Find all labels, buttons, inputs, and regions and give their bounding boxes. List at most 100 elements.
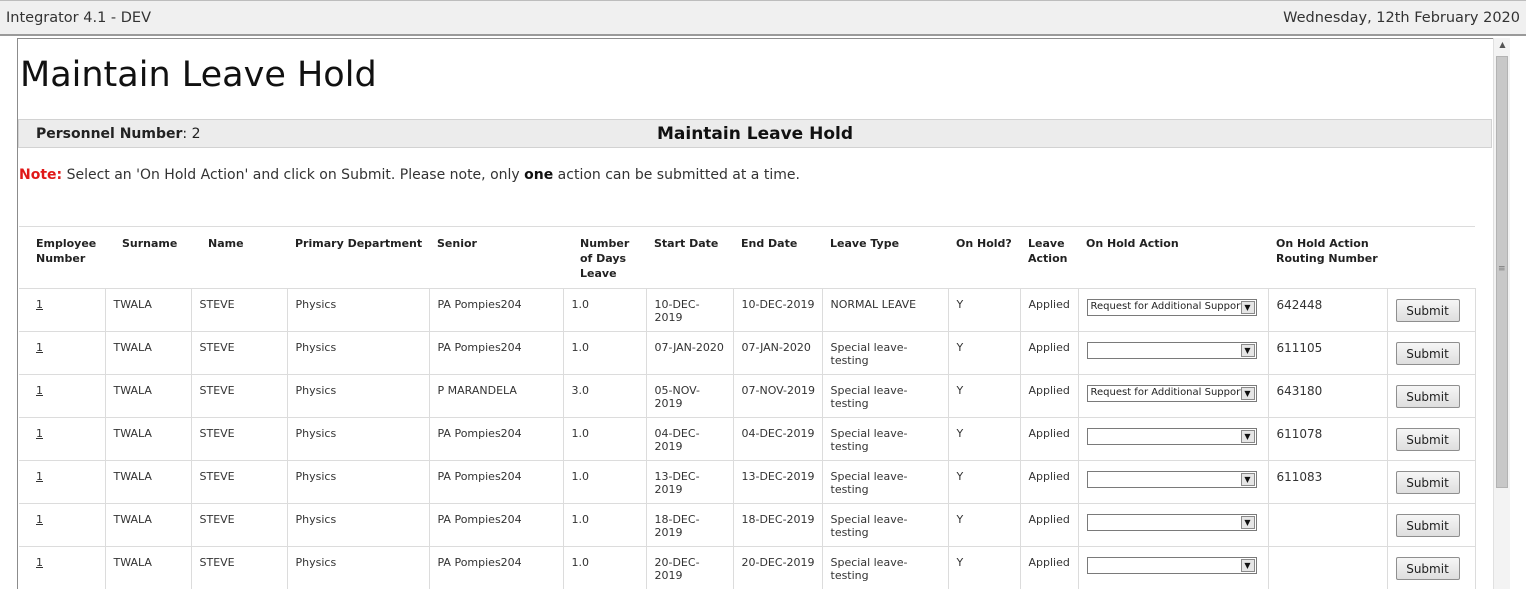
on-hold-cell: Y <box>956 513 964 526</box>
end-column: 20-DEC-2019 <box>733 546 823 589</box>
start-date-cell: 10-DEC-2019 <box>654 298 700 324</box>
chevron-down-icon[interactable]: ▼ <box>1240 344 1255 357</box>
dept-column: Physics <box>287 417 430 461</box>
senior-cell: PA Pompies204 <box>437 427 522 440</box>
end-column: 18-DEC-2019 <box>733 503 823 547</box>
routing-number-column: 643180 <box>1268 374 1388 418</box>
emp-column: 1 <box>19 288 106 332</box>
employee-number-link[interactable]: 1 <box>36 556 43 569</box>
employee-number-link[interactable]: 1 <box>36 470 43 483</box>
emp-column: 1 <box>19 460 106 504</box>
on-hold-action-column: Request for Additional Support ▼ <box>1078 288 1269 332</box>
leave-action-cell: Applied <box>1028 513 1070 526</box>
table-row: 1 TWALA STEVE Physics PA Pompies204 1.0 07-JAN… <box>19 331 1476 375</box>
name-cell: STEVE <box>199 427 235 440</box>
department-cell: Physics <box>295 384 337 397</box>
page-title: Maintain Leave Hold <box>20 55 377 95</box>
routing-number-column: 642448 <box>1268 288 1388 332</box>
end-date-cell: 18-DEC-2019 <box>741 513 815 526</box>
hold-column: Y <box>948 460 1021 504</box>
end-date-cell: 20-DEC-2019 <box>741 556 815 569</box>
dept-column: Physics <box>287 288 430 332</box>
vertical-scrollbar[interactable]: ▲ ≡ <box>1493 38 1510 589</box>
type-column: NORMAL LEAVE <box>822 288 949 332</box>
on-hold-action-select[interactable]: ▼ <box>1086 428 1257 445</box>
surname-column: TWALA <box>105 460 192 504</box>
scroll-up-arrow-icon[interactable]: ▲ <box>1494 40 1511 49</box>
routing-number-column <box>1268 546 1388 589</box>
senior-column: PA Pompies204 <box>429 546 564 589</box>
leave-type-cell: NORMAL LEAVE <box>830 298 917 311</box>
submit-column: Submit <box>1387 460 1476 504</box>
action-column: Applied <box>1020 460 1079 504</box>
name-cell: STEVE <box>199 556 235 569</box>
routing-number-cell: 643180 <box>1276 384 1323 398</box>
submit-column: Submit <box>1387 503 1476 547</box>
submit-button[interactable]: Submit <box>1395 557 1460 580</box>
submit-button[interactable]: Submit <box>1395 428 1460 451</box>
emp-column: 1 <box>19 331 106 375</box>
employee-number-link[interactable]: 1 <box>36 427 43 440</box>
on-hold-action-select[interactable]: ▼ <box>1086 471 1257 488</box>
employee-number-link[interactable]: 1 <box>36 384 43 397</box>
surname-column: TWALA <box>105 374 192 418</box>
on-hold-action-select[interactable]: ▼ <box>1086 514 1257 531</box>
end-date-cell: 07-JAN-2020 <box>741 341 811 354</box>
submit-column: Submit <box>1387 288 1476 332</box>
on-hold-action-select[interactable]: Request for Additional Support ▼ <box>1086 385 1257 402</box>
chevron-down-icon[interactable]: ▼ <box>1240 387 1255 400</box>
employee-number-link[interactable]: 1 <box>36 513 43 526</box>
chevron-down-icon[interactable]: ▼ <box>1240 516 1255 529</box>
surname-column: TWALA <box>105 503 192 547</box>
department-cell: Physics <box>295 470 337 483</box>
note-bold: one <box>524 167 554 183</box>
days-leave-cell: 1.0 <box>571 298 590 311</box>
submit-column: Submit <box>1387 417 1476 461</box>
chevron-down-icon[interactable]: ▼ <box>1240 301 1255 314</box>
department-cell: Physics <box>295 556 337 569</box>
name-column: STEVE <box>191 374 288 418</box>
on-hold-action-select[interactable]: Request for Additional Support ▼ <box>1086 299 1257 316</box>
end-column: 07-JAN-2020 <box>733 331 823 375</box>
instruction-note: Note: Select an 'On Hold Action' and cli… <box>19 167 800 183</box>
name-column: STEVE <box>191 546 288 589</box>
chevron-down-icon[interactable]: ▼ <box>1240 473 1255 486</box>
on-hold-action-column: ▼ <box>1078 503 1269 547</box>
action-column: Applied <box>1020 546 1079 589</box>
submit-button[interactable]: Submit <box>1395 299 1460 322</box>
submit-button[interactable]: Submit <box>1395 514 1460 537</box>
leave-action-cell: Applied <box>1028 298 1070 311</box>
submit-button[interactable]: Submit <box>1395 471 1460 494</box>
type-column: Special leave-testing <box>822 417 949 461</box>
employee-number-link[interactable]: 1 <box>36 298 43 311</box>
name-cell: STEVE <box>199 298 235 311</box>
emp-column: 1 <box>19 374 106 418</box>
senior-cell: PA Pompies204 <box>437 513 522 526</box>
routing-number-column <box>1268 503 1388 547</box>
days-leave-cell: 3.0 <box>571 384 590 397</box>
senior-cell: PA Pompies204 <box>437 556 522 569</box>
table-header-row: Employee Number Surname Name Primary Dep… <box>19 226 1475 289</box>
submit-button[interactable]: Submit <box>1395 385 1460 408</box>
hold-column: Y <box>948 288 1021 332</box>
days-column: 1.0 <box>563 503 647 547</box>
table-row: 1 TWALA STEVE Physics PA Pompies204 1.0 20-DEC… <box>19 546 1476 589</box>
on-hold-action-select[interactable]: ▼ <box>1086 557 1257 574</box>
routing-number-cell: 611105 <box>1276 341 1323 355</box>
on-hold-action-column: ▼ <box>1078 331 1269 375</box>
senior-column: PA Pompies204 <box>429 503 564 547</box>
on-hold-cell: Y <box>956 427 964 440</box>
on-hold-action-select[interactable]: ▼ <box>1086 342 1257 359</box>
header-on-hold: On Hold? <box>948 226 1020 289</box>
dept-column: Physics <box>287 546 430 589</box>
chevron-down-icon[interactable]: ▼ <box>1240 559 1255 572</box>
chevron-down-icon[interactable]: ▼ <box>1240 430 1255 443</box>
surname-cell: TWALA <box>113 427 152 440</box>
end-date-cell: 13-DEC-2019 <box>741 470 815 483</box>
submit-button[interactable]: Submit <box>1395 342 1460 365</box>
app-title: Integrator 4.1 - DEV <box>6 10 152 26</box>
employee-number-link[interactable]: 1 <box>36 341 43 354</box>
senior-column: PA Pompies204 <box>429 331 564 375</box>
dept-column: Physics <box>287 460 430 504</box>
on-hold-action-column: ▼ <box>1078 546 1269 589</box>
